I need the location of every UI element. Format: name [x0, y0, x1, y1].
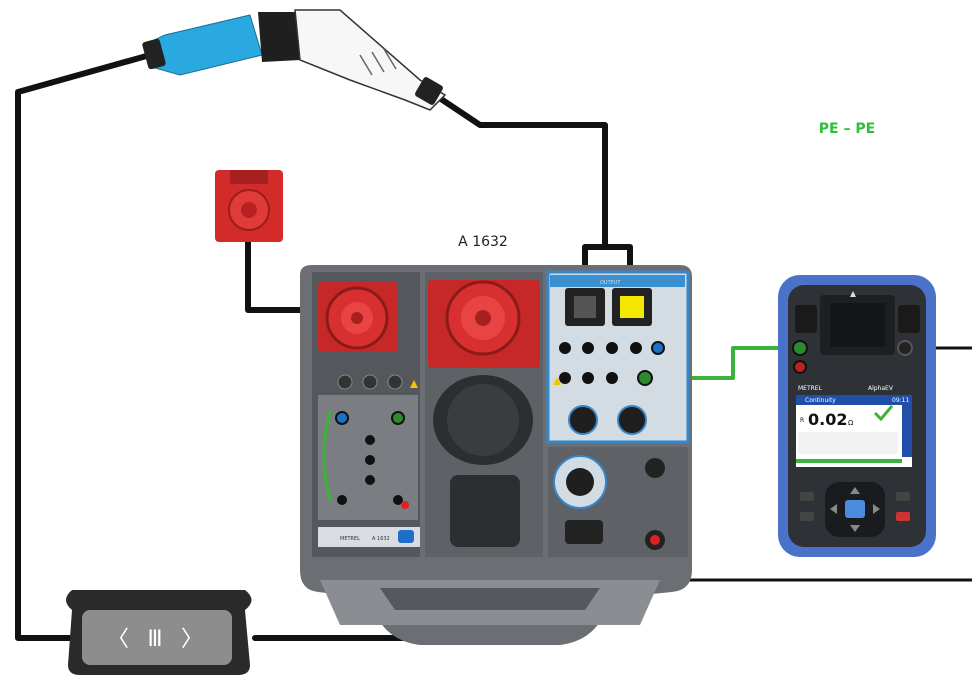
cable-plug-to-output [432, 92, 633, 293]
adapter-right: 〉 [181, 627, 203, 652]
jack-pe-output [637, 370, 653, 386]
reading-prefix: R [800, 417, 804, 424]
screen-title: Continuity [805, 397, 836, 404]
panel-model: A 1632 [372, 536, 390, 542]
svg-text:OUTPUT: OUTPUT [600, 280, 621, 286]
mode-label: PE – PE [819, 121, 875, 137]
jack-l [335, 411, 349, 425]
tester-jack-green [792, 340, 808, 356]
ev-charging-plug-icon [142, 9, 447, 111]
jack-pe-left [391, 411, 405, 425]
wiring-diagram: A 1632 PE – PE METREL A 1632 OUTPUT 〈 Ⅲ … [15, 9, 972, 675]
tester-model: AlphaEV [868, 385, 894, 392]
alpha-ev-tester: METREL AlphaEV Continuity 09:11 R 0.02 Ω [778, 275, 936, 557]
reading-value: 0.02 [808, 410, 847, 429]
adapter: 〈 Ⅲ 〉 [66, 590, 252, 675]
cable-plug-to-adapter [15, 52, 153, 641]
adapter-left: 〈 [107, 627, 129, 652]
screen-time: 09:11 [892, 397, 909, 404]
tester-brand: METREL [798, 385, 823, 392]
reading-unit: Ω [848, 419, 854, 427]
red-plug-icon [215, 170, 283, 242]
emergency-stop-socket-icon [428, 280, 540, 368]
tester-screen [796, 395, 912, 467]
panel-brand: METREL [340, 536, 360, 542]
a1632-instrument: METREL A 1632 OUTPUT [300, 265, 692, 645]
adapter-middle: Ⅲ [147, 627, 162, 652]
device-label: A 1632 [458, 234, 508, 250]
